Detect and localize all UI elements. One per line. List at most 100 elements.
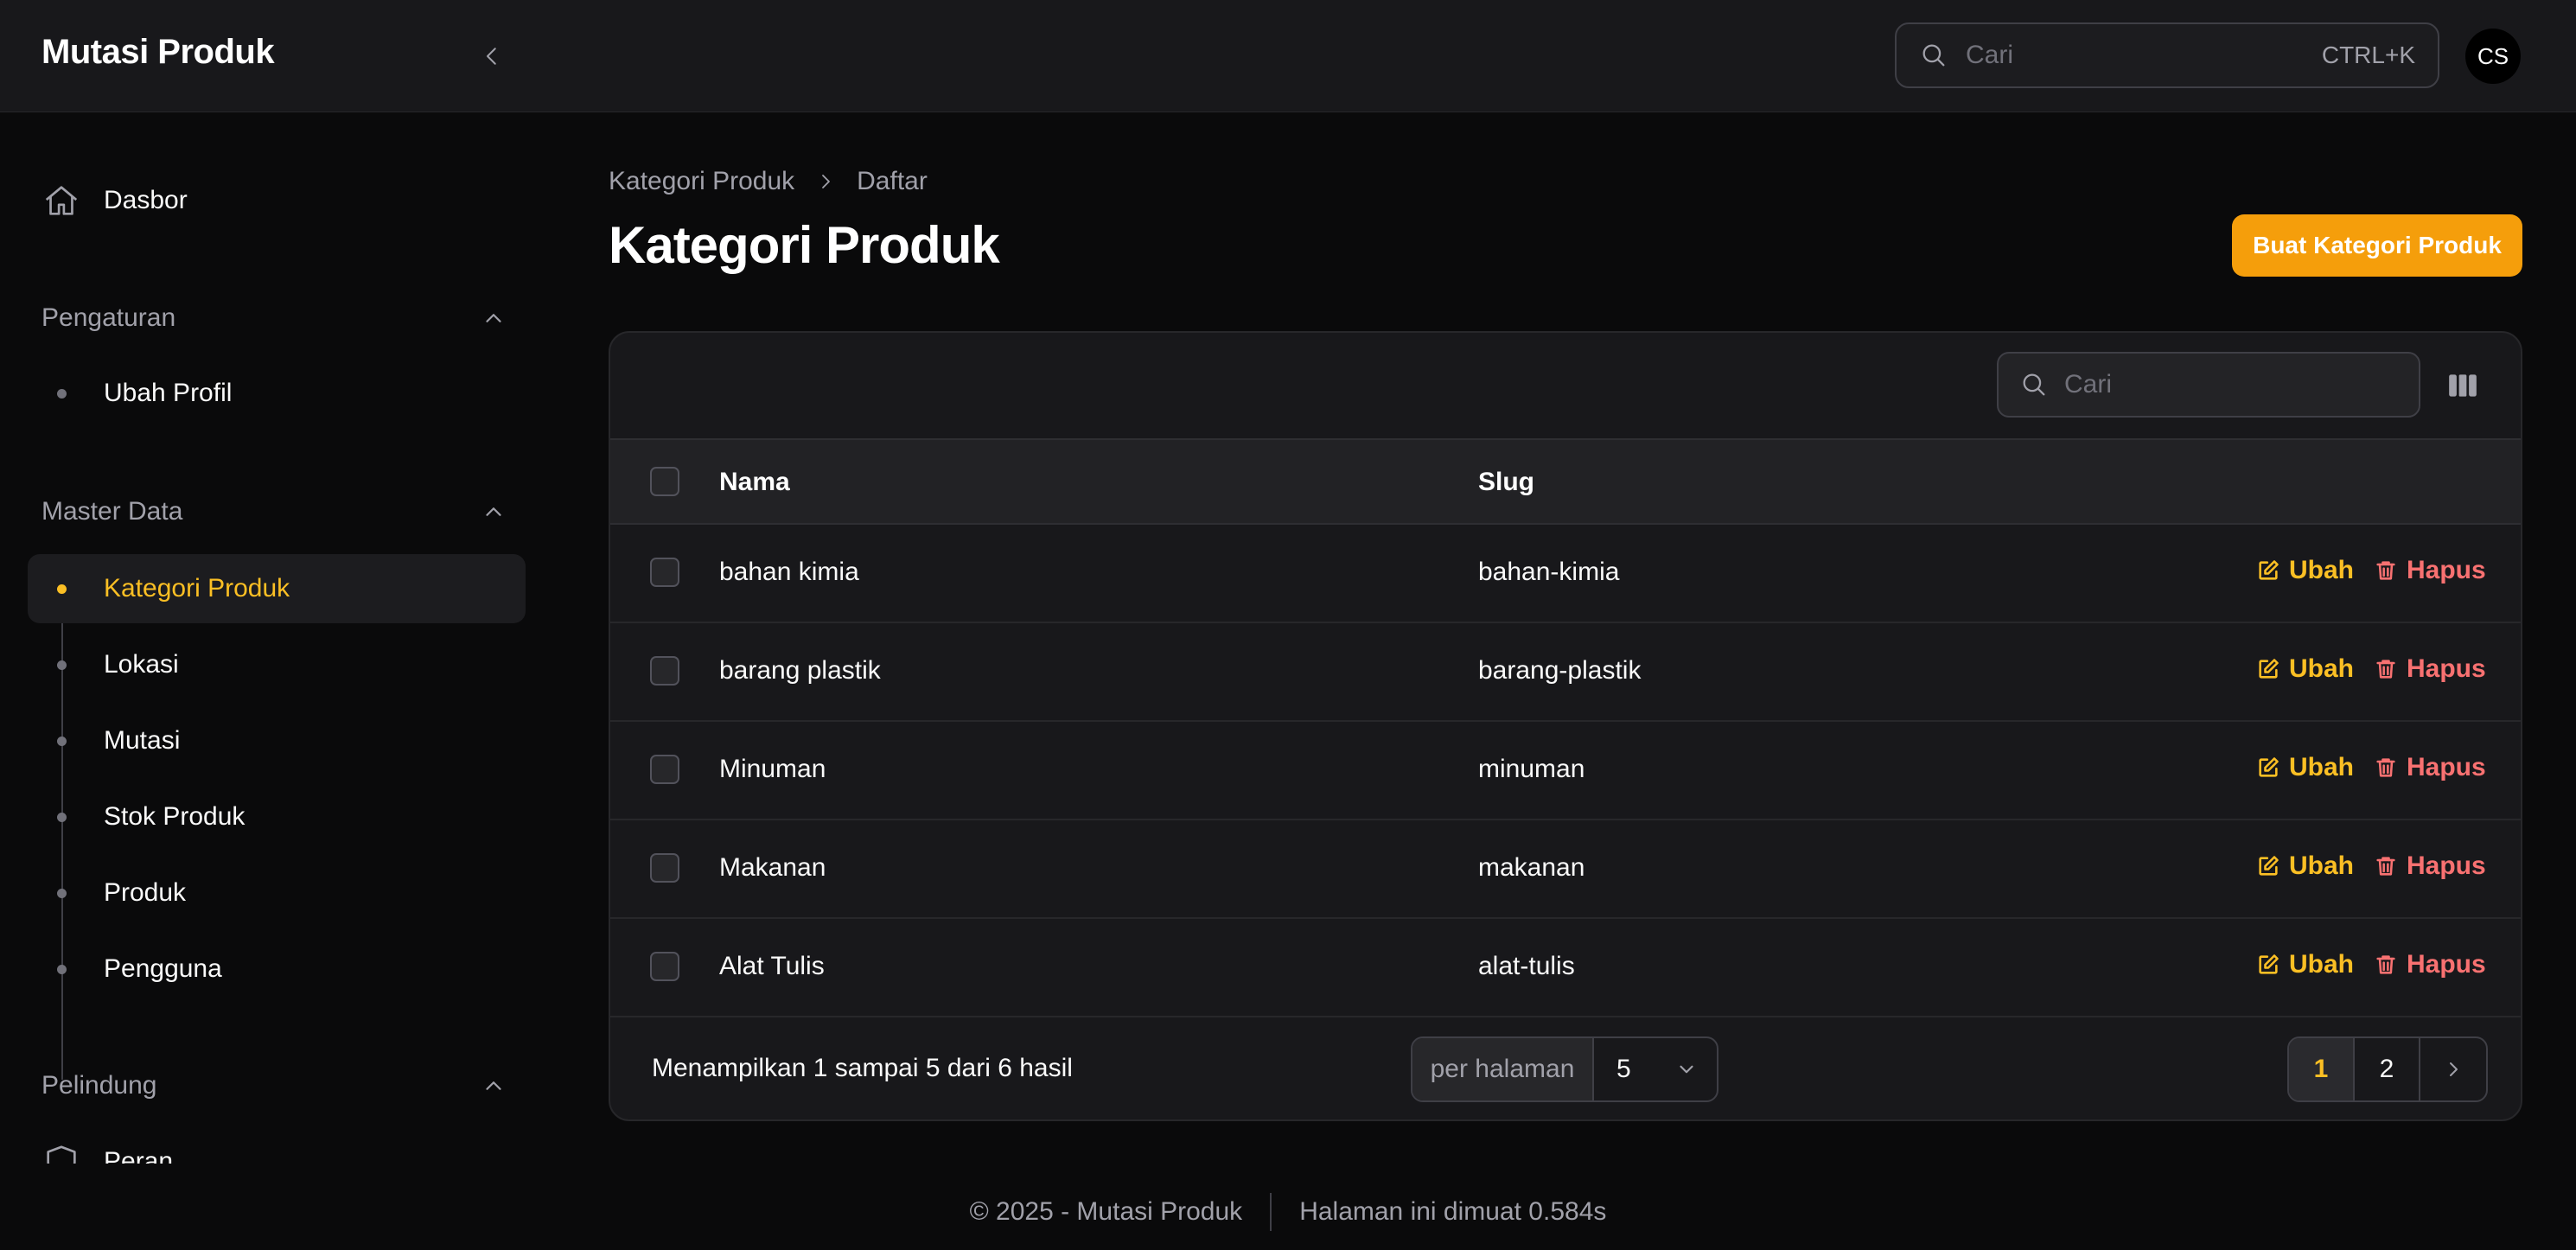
chevron-right-icon [822, 175, 831, 188]
app-title[interactable]: Mutasi Produk [41, 33, 275, 72]
bullet-icon [57, 660, 67, 670]
next-page-button[interactable] [2420, 1038, 2486, 1100]
cell-nama: Minuman [719, 755, 826, 783]
shield-icon [47, 1145, 76, 1164]
page-button-2[interactable]: 2 [2355, 1038, 2420, 1100]
pagination-summary: Menampilkan 1 sampai 5 dari 6 hasil [652, 1054, 1073, 1082]
chevron-up-icon[interactable] [481, 499, 507, 525]
table-row: Alat Tulis alat-tulis Ubah Hapus [610, 919, 2521, 1017]
cell-slug: bahan-kimia [1478, 558, 1620, 586]
edit-button[interactable]: Ubah [2256, 851, 2354, 881]
table-card: Cari Nama Slug bahan kimia bahan-kimia U… [609, 331, 2522, 1121]
edit-button[interactable]: Ubah [2256, 556, 2354, 585]
search-icon [2023, 373, 2045, 396]
per-page-label: per halaman [1412, 1038, 1594, 1100]
sidebar-item-label: Produk [104, 878, 187, 907]
global-search-input[interactable]: Cari CTRL+K [1895, 22, 2439, 88]
global-search-placeholder: Cari [1966, 41, 2014, 69]
delete-button[interactable]: Hapus [2374, 654, 2486, 684]
cell-nama: bahan kimia [719, 558, 859, 586]
table-search-input[interactable]: Cari [1997, 352, 2420, 418]
pagination: 1 2 [2287, 1036, 2488, 1102]
chevron-left-icon [487, 48, 496, 65]
search-icon [1922, 44, 1945, 67]
footer-divider [1270, 1193, 1272, 1231]
breadcrumb: Kategori Produk Daftar [609, 167, 928, 196]
row-checkbox[interactable] [650, 656, 679, 686]
edit-icon [2259, 954, 2279, 974]
delete-button[interactable]: Hapus [2374, 753, 2486, 782]
sidebar-item-label: Lokasi [104, 650, 179, 679]
sidebar-item-label: Kategori Produk [104, 574, 290, 603]
cell-nama: barang plastik [719, 656, 881, 685]
per-page-dropdown[interactable]: 5 [1594, 1038, 1717, 1100]
page-footer: © 2025 - Mutasi Produk Halaman ini dimua… [0, 1193, 2576, 1231]
breadcrumb-item-daftar: Daftar [857, 167, 928, 195]
edit-button[interactable]: Ubah [2256, 950, 2354, 979]
user-avatar[interactable]: CS [2465, 29, 2521, 84]
column-header-slug[interactable]: Slug [1478, 468, 1534, 497]
select-all-checkbox[interactable] [650, 467, 679, 496]
delete-button[interactable]: Hapus [2374, 950, 2486, 979]
top-bar: Mutasi Produk Cari CTRL+K CS [0, 0, 2576, 112]
bullet-icon [57, 737, 67, 746]
table-row: barang plastik barang-plastik Ubah Hapus [610, 623, 2521, 722]
sidebar-group-pengaturan[interactable]: Pengaturan [41, 303, 175, 333]
chevron-right-icon [2450, 1062, 2458, 1076]
chevron-up-icon[interactable] [481, 1073, 507, 1099]
chevron-down-icon [1680, 1065, 1693, 1074]
sidebar-item-label: Ubah Profil [104, 379, 233, 407]
trash-icon [2376, 955, 2395, 974]
cell-nama: Makanan [719, 853, 826, 882]
sidebar-item-label: Peran [104, 1147, 174, 1164]
sidebar-item-dasbor[interactable]: Dasbor [41, 181, 188, 220]
sidebar-item-label: Pengguna [104, 954, 222, 983]
page-button-1[interactable]: 1 [2289, 1038, 2355, 1100]
cell-nama: Alat Tulis [719, 952, 825, 980]
footer-load-time: Halaman ini dimuat 0.584s [1299, 1197, 1607, 1226]
column-header-nama[interactable]: Nama [719, 468, 790, 497]
columns-toggle-icon[interactable] [2446, 369, 2479, 402]
sidebar-item-produk[interactable]: Produk [0, 858, 553, 928]
delete-button[interactable]: Hapus [2374, 556, 2486, 585]
chevron-up-icon[interactable] [481, 305, 507, 331]
trash-icon [2376, 758, 2395, 777]
sidebar-item-stok-produk[interactable]: Stok Produk [0, 782, 553, 851]
breadcrumb-item-kategori-produk[interactable]: Kategori Produk [609, 167, 794, 196]
row-checkbox[interactable] [650, 558, 679, 587]
row-checkbox[interactable] [650, 755, 679, 784]
row-checkbox[interactable] [650, 952, 679, 981]
sidebar-item-lokasi[interactable]: Lokasi [0, 630, 553, 699]
edit-icon [2259, 856, 2279, 876]
create-category-button[interactable]: Buat Kategori Produk [2232, 214, 2522, 277]
cell-slug: makanan [1478, 853, 1585, 882]
sidebar-item-label: Stok Produk [104, 802, 245, 831]
row-checkbox[interactable] [650, 853, 679, 883]
footer-copyright: © 2025 - Mutasi Produk [969, 1197, 1243, 1226]
bullet-icon [57, 889, 67, 898]
delete-button[interactable]: Hapus [2374, 851, 2486, 881]
bullet-icon [57, 813, 67, 822]
cell-slug: barang-plastik [1478, 656, 1642, 685]
edit-button[interactable]: Ubah [2256, 654, 2354, 684]
sidebar-item-label: Mutasi [104, 726, 181, 755]
sidebar-item-peran[interactable]: Peran [41, 1142, 173, 1164]
trash-icon [2376, 561, 2395, 580]
table-row: Minuman minuman Ubah Hapus [610, 722, 2521, 820]
collapse-sidebar-button[interactable] [474, 38, 510, 74]
cell-slug: alat-tulis [1478, 952, 1575, 980]
edit-button[interactable]: Ubah [2256, 753, 2354, 782]
per-page-select[interactable]: per halaman 5 [1411, 1036, 1718, 1102]
table-header: Nama Slug [610, 438, 2521, 525]
sidebar-item-pengguna[interactable]: Pengguna [0, 934, 553, 1004]
cell-slug: minuman [1478, 755, 1585, 783]
sidebar-group-master-data[interactable]: Master Data [41, 497, 182, 526]
table-toolbar: Cari [610, 333, 2521, 438]
sidebar-group-pelindung[interactable]: Pelindung [41, 1071, 156, 1100]
sidebar-item-ubah-profil[interactable]: Ubah Profil [0, 359, 553, 428]
sidebar-item-label: Dasbor [104, 186, 188, 214]
sidebar-item-kategori-produk[interactable]: Kategori Produk [0, 554, 553, 623]
table-search-placeholder: Cari [2064, 370, 2113, 399]
sidebar-item-mutasi[interactable]: Mutasi [0, 706, 553, 775]
trash-icon [2376, 660, 2395, 679]
